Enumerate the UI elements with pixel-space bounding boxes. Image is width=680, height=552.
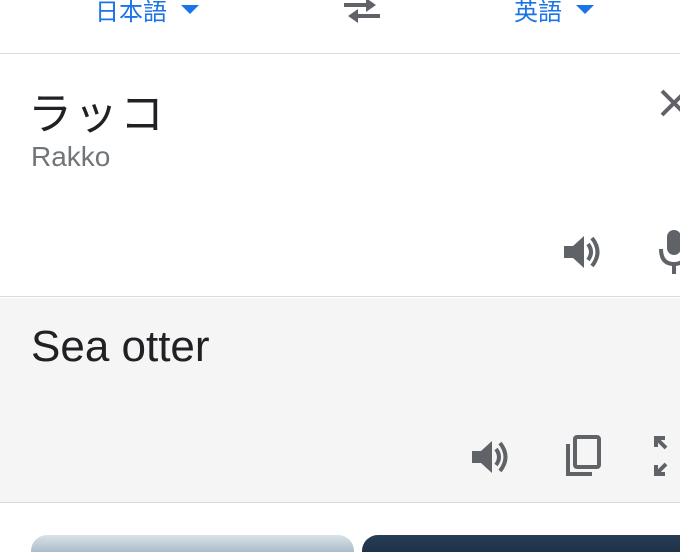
result-image-card[interactable] <box>362 535 680 552</box>
source-input-text[interactable]: ラッコ <box>28 78 166 142</box>
translated-text: Sea otter <box>31 322 210 371</box>
source-panel: ラッコ Rakko <box>0 55 680 297</box>
translation-panel: Sea otter <box>0 298 680 503</box>
image-results <box>0 504 680 552</box>
result-image-card[interactable] <box>31 535 354 552</box>
copy-icon[interactable] <box>563 434 603 478</box>
romanization-text: Rakko <box>31 141 111 172</box>
microphone-icon[interactable] <box>658 228 680 278</box>
chevron-down-icon <box>576 5 594 14</box>
speaker-icon[interactable] <box>561 230 605 274</box>
language-bar: 日本語 英語 <box>0 0 680 54</box>
target-language-selector[interactable]: 英語 <box>514 0 594 27</box>
close-icon[interactable] <box>654 83 680 123</box>
source-language-label: 日本語 <box>95 0 167 26</box>
source-language-selector[interactable]: 日本語 <box>95 0 199 27</box>
chevron-down-icon <box>181 5 199 14</box>
speaker-icon[interactable] <box>469 435 513 479</box>
fullscreen-icon[interactable] <box>653 435 680 477</box>
target-language-label: 英語 <box>514 0 562 26</box>
swap-arrows-icon[interactable] <box>340 0 384 28</box>
